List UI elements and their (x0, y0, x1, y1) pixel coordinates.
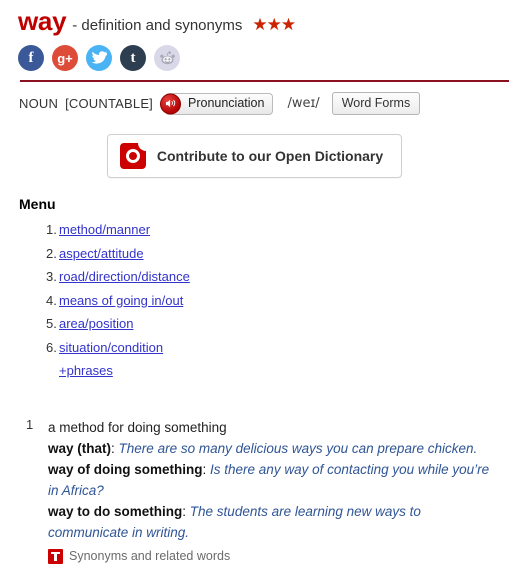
menu-item-2-number: 2. (46, 245, 57, 261)
speaker-glyph (165, 99, 175, 108)
macmillan-logo-icon (119, 143, 146, 169)
facebook-icon[interactable]: f (18, 45, 44, 71)
menu-item-2-link[interactable]: aspect/attitude (59, 246, 144, 261)
menu-item-phrases[interactable]: +phrases (46, 359, 509, 383)
word-forms-button[interactable]: Word Forms (331, 92, 421, 115)
menu-item-1-link[interactable]: method/manner (59, 222, 150, 237)
sense-entry-1: 1 a method for doing something way (that… (0, 383, 509, 564)
social-share-bar[interactable]: f g+ t (0, 37, 509, 71)
three-star-rating-icon: ★★★ (252, 15, 296, 34)
menu-item-3[interactable]: 3. road/direction/distance (46, 265, 509, 289)
menu-item-3-link[interactable]: road/direction/distance (59, 269, 190, 284)
sense-body: a method for doing something way (that):… (48, 417, 499, 564)
example-1-colon: : (111, 440, 115, 456)
phrases-link[interactable]: +phrases (59, 363, 113, 378)
headword-line: way - definition and synonyms ★★★ (18, 6, 509, 37)
grammar-label: [COUNTABLE] (65, 96, 153, 111)
facebook-glyph: f (28, 49, 34, 66)
contribute-section: Contribute to our Open Dictionary (0, 115, 509, 178)
contribute-button-label: Contribute to our Open Dictionary (156, 148, 384, 164)
menu-item-6-link[interactable]: situation/condition (59, 340, 163, 355)
example-1: way (that): There are so many delicious … (48, 438, 499, 459)
speaker-icon[interactable] (160, 93, 181, 114)
thesaurus-icon (48, 548, 63, 564)
page-title: way (18, 6, 67, 36)
example-3: way to do something: The students are le… (48, 501, 499, 543)
sense-definition: a method for doing something (48, 419, 227, 435)
example-2-colon: : (202, 461, 207, 477)
menu-item-4-link[interactable]: means of going in/out (59, 293, 183, 308)
reddit-alien-glyph (159, 50, 175, 64)
menu-item-5-number: 5. (46, 316, 57, 331)
menu-item-5[interactable]: 5. area/position (46, 312, 509, 336)
menu-item-4-number: 4. (46, 292, 57, 308)
example-1-text: There are so many delicious ways you can… (118, 440, 478, 456)
example-2-pattern: way of doing something (48, 461, 203, 477)
tumblr-glyph: t (130, 49, 136, 66)
menu-item-3-number: 3. (46, 269, 57, 284)
example-2: way of doing something: Is there any way… (48, 459, 499, 501)
menu-item-6-number: 6. (46, 339, 57, 355)
thesaurus-label[interactable]: Synonyms and related words (69, 549, 230, 563)
sense-number: 1 (26, 416, 34, 432)
example-3-pattern: way to do something (48, 503, 183, 519)
google-plus-glyph: g+ (57, 50, 73, 66)
pronunciation-control[interactable]: Pronunciation (160, 92, 274, 115)
example-1-pattern: way (that) (48, 440, 112, 456)
menu-item-6[interactable]: 6. situation/condition (46, 336, 509, 360)
menu-item-5-link[interactable]: area/position (59, 316, 133, 331)
contribute-button[interactable]: Contribute to our Open Dictionary (106, 134, 403, 178)
menu-heading: Menu (19, 196, 56, 212)
phonetic-transcription: /weɪ/ (287, 96, 320, 111)
thesaurus-link-row[interactable]: Synonyms and related words (48, 543, 499, 564)
page-header: way - definition and synonyms ★★★ (0, 0, 509, 37)
google-plus-icon[interactable]: g+ (52, 45, 78, 71)
reddit-icon[interactable] (154, 45, 180, 71)
menu-item-1[interactable]: 1. method/manner (46, 218, 509, 242)
menu-item-4[interactable]: 4. means of going in/out (46, 289, 509, 313)
part-of-speech-label: NOUN (19, 96, 59, 111)
example-3-colon: : (182, 503, 187, 519)
tumblr-icon[interactable]: t (120, 45, 146, 71)
menu-item-2[interactable]: 2. aspect/attitude (46, 242, 509, 266)
pronunciation-button[interactable]: Pronunciation (165, 92, 274, 115)
twitter-bird-glyph (91, 51, 107, 64)
menu-item-1-number: 1. (46, 222, 57, 237)
sense-menu-list: 1. method/manner 2. aspect/attitude 3. road… (0, 218, 509, 383)
twitter-icon[interactable] (86, 45, 112, 71)
page-title-suffix: - definition and synonyms (72, 17, 243, 34)
part-of-speech-row: NOUN [COUNTABLE] Pronunciation /weɪ/ Wor… (0, 82, 509, 115)
